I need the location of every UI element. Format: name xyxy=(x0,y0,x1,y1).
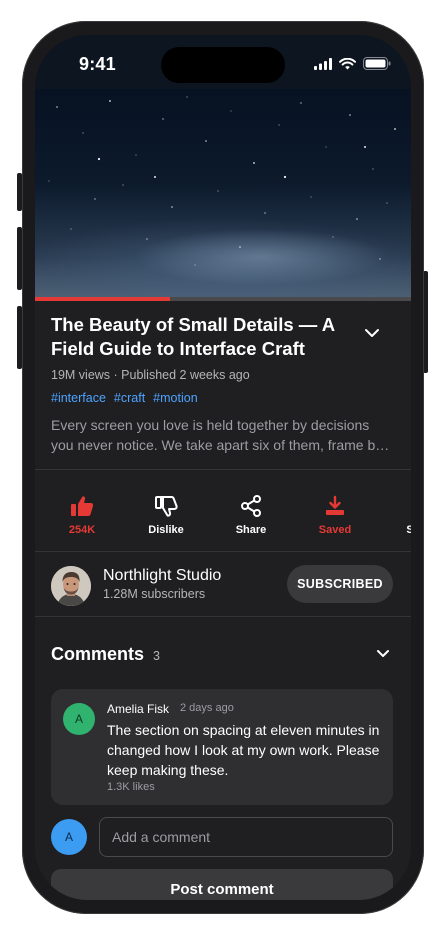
comment-text: The section on spacing at eleven minutes… xyxy=(107,722,380,778)
overflow-label: S xyxy=(406,524,411,536)
video-thumbnail xyxy=(48,96,396,266)
comment-likes: 1.3K likes xyxy=(107,781,155,793)
video-progress-bar[interactable] xyxy=(35,297,411,301)
thumbs-down-icon xyxy=(155,496,178,517)
channel-name[interactable]: Northlight Studio xyxy=(103,567,221,585)
subscriber-count: 1.28M subscribers xyxy=(103,587,206,601)
wifi-icon xyxy=(339,57,356,69)
comment-card: A Amelia Fisk 2 days ago The section on … xyxy=(51,689,393,805)
channel-avatar[interactable] xyxy=(51,566,91,606)
chevron-down-icon[interactable] xyxy=(375,647,391,659)
status-bar: 9:41 xyxy=(35,35,411,89)
comment-input[interactable] xyxy=(99,817,393,857)
action-row: 254K Dislike Share Saved S xyxy=(35,490,411,552)
tag-link[interactable]: #craft xyxy=(114,391,145,405)
dynamic-island xyxy=(161,47,285,83)
battery-icon xyxy=(363,57,391,70)
like-count: 254K xyxy=(68,524,96,536)
dislike-button[interactable]: Dislike xyxy=(131,490,201,552)
current-user-avatar: A xyxy=(51,819,87,855)
overflow-action-button[interactable]: S xyxy=(375,490,411,552)
comment-time: 2 days ago xyxy=(180,702,234,714)
status-time: 9:41 xyxy=(79,54,116,74)
divider xyxy=(35,551,411,552)
person-portrait-icon xyxy=(51,566,91,606)
screen: 9:41 The Beauty of Small Details — A Fie… xyxy=(35,35,411,900)
comment-author[interactable]: Amelia Fisk xyxy=(107,702,169,716)
dislike-label: Dislike xyxy=(148,524,184,536)
share-button[interactable]: Share xyxy=(216,490,286,552)
divider xyxy=(35,469,411,470)
video-stats: 19M views · Published 2 weeks ago xyxy=(51,368,250,382)
post-comment-button[interactable]: Post comment xyxy=(51,869,393,900)
video-title: The Beauty of Small Details — A Field Gu… xyxy=(51,314,335,359)
cellular-icon xyxy=(314,57,332,70)
tag-link[interactable]: #interface xyxy=(51,391,106,405)
comments-heading: Comments xyxy=(51,644,145,664)
comments-count: 3 xyxy=(153,649,160,663)
thumbs-up-icon xyxy=(71,496,94,516)
video-player[interactable] xyxy=(35,89,411,299)
comment-author-avatar[interactable]: A xyxy=(63,703,95,735)
like-button[interactable]: 254K xyxy=(47,490,117,552)
tag-link[interactable]: #motion xyxy=(153,391,197,405)
save-button[interactable]: Saved xyxy=(300,490,370,552)
share-icon xyxy=(241,495,261,517)
video-tags: #interface #craft #motion xyxy=(51,391,198,405)
subscribe-button[interactable]: SUBSCRIBED xyxy=(287,565,393,603)
video-description[interactable]: Every screen you love is held together b… xyxy=(51,415,393,455)
chevron-down-icon[interactable] xyxy=(363,327,381,339)
status-icons xyxy=(314,57,391,70)
video-progress-fill xyxy=(35,297,171,301)
divider xyxy=(35,616,411,617)
download-icon xyxy=(326,495,344,515)
phone-frame: 9:41 The Beauty of Small Details — A Fie… xyxy=(22,21,424,914)
save-label: Saved xyxy=(318,524,352,536)
share-label: Share xyxy=(235,524,267,536)
